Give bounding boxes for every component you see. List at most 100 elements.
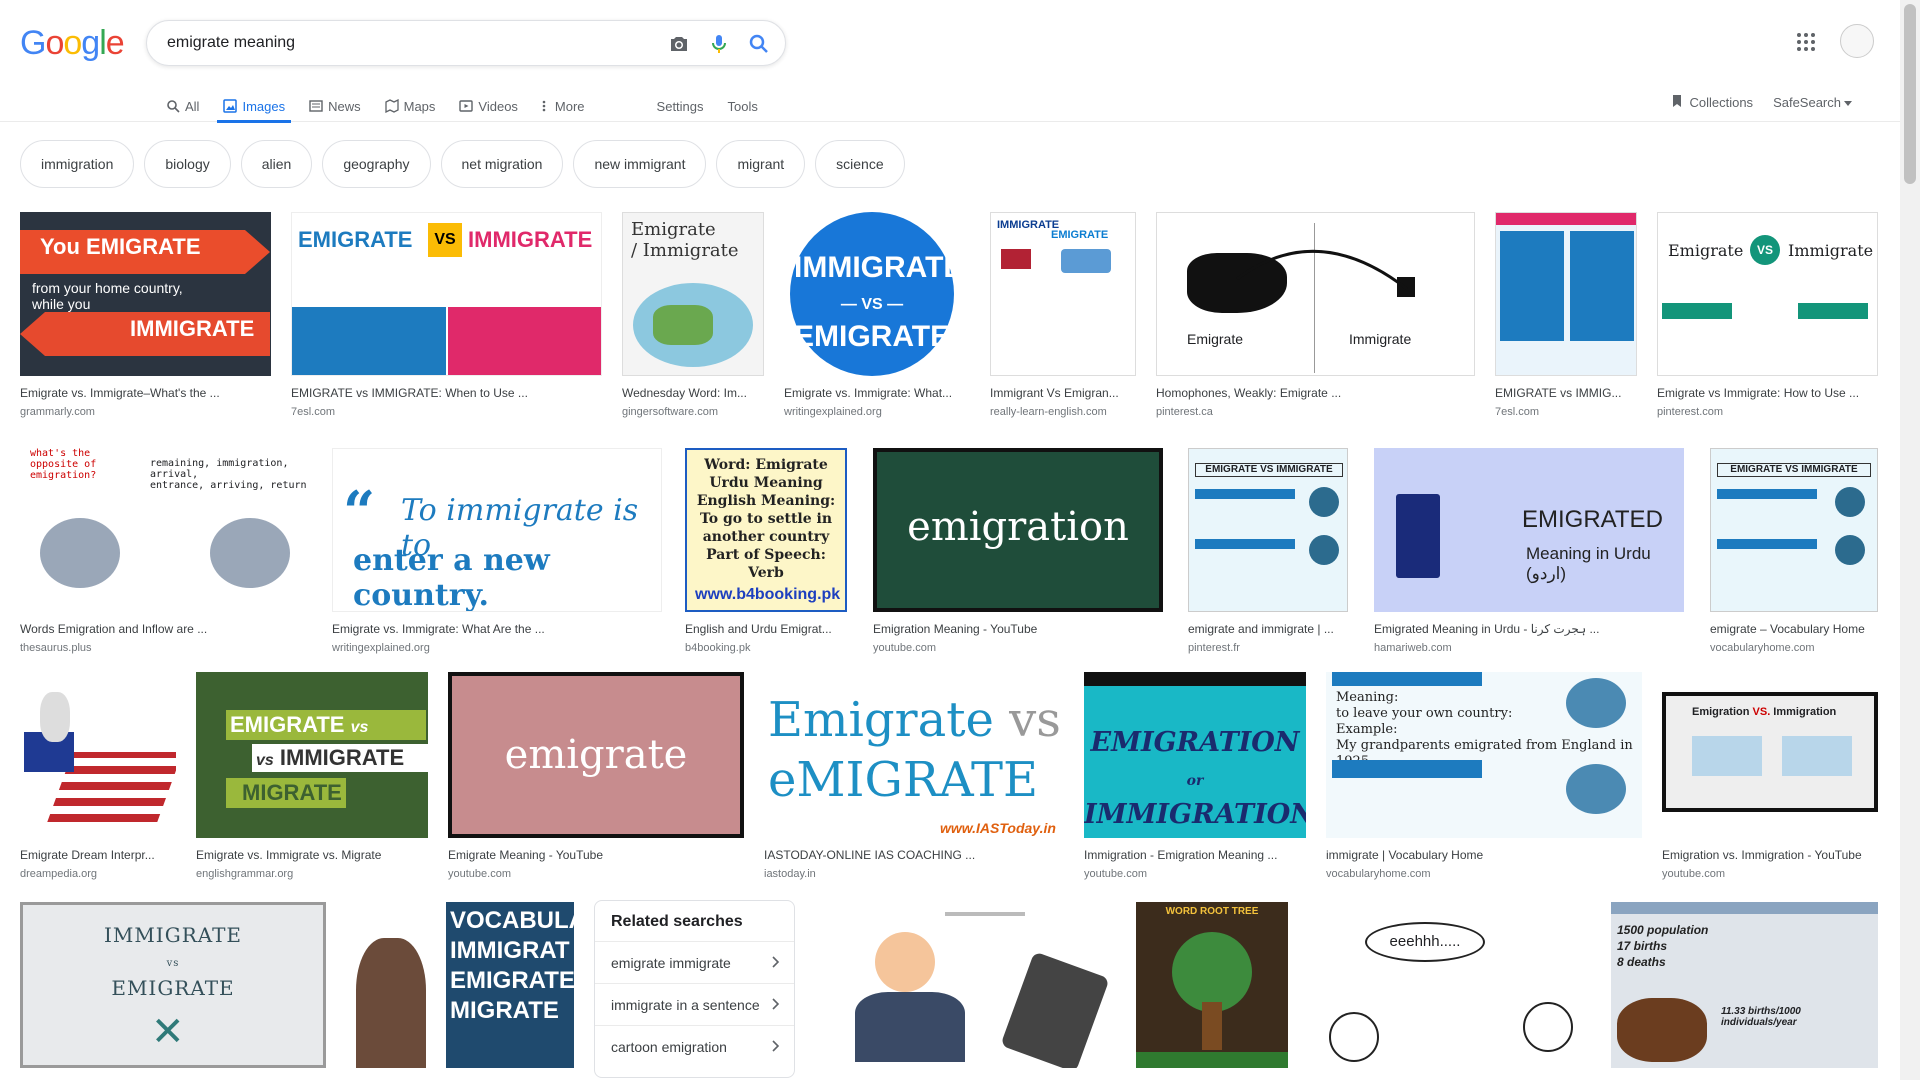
tab-maps[interactable]: Maps: [384, 90, 436, 122]
image-result[interactable]: EMIGRATE vs vs IMMIGRATE MIGRATE Emigrat…: [196, 672, 428, 880]
result-title: Emigrate vs. Immigrate: What Are the ...: [332, 622, 545, 636]
result-thumbnail: Word: Emigrate Urdu Meaning English Meanin…: [685, 448, 847, 612]
result-source: gingersoftware.com: [622, 406, 718, 418]
apps-grid-icon[interactable]: [1796, 32, 1816, 52]
result-title: Emigrate Meaning - YouTube: [448, 848, 603, 862]
caret-down-icon: [1844, 95, 1852, 110]
search-icon[interactable]: [747, 32, 771, 56]
tab-videos[interactable]: Videos: [459, 90, 518, 122]
image-result[interactable]: Meaning: to leave your own country: Exampl…: [1326, 672, 1642, 880]
result-thumbnail: VOCABULA IMMIGRAT EMIGRATE MIGRATE: [346, 902, 574, 1068]
chip[interactable]: net migration: [440, 140, 564, 188]
result-thumbnail: EMIGRATION or IMMIGRATION: [1084, 672, 1306, 838]
chip[interactable]: geography: [322, 140, 431, 188]
image-result[interactable]: WORD ROOT TREE: [1136, 902, 1288, 1068]
account-avatar[interactable]: [1840, 24, 1874, 58]
tab-images[interactable]: Images: [217, 90, 291, 123]
tab-label: All: [185, 98, 200, 114]
tab-label: Maps: [403, 98, 436, 114]
image-result[interactable]: Emigrate VS Immigrate Emigrate vs Immigr…: [1657, 212, 1878, 418]
result-source: dreampedia.org: [20, 868, 98, 880]
result-title: Emigrate vs. Immigrate: What...: [784, 386, 953, 400]
result-thumbnail: EMIGRATED Meaning in Urdu (اردو): [1374, 448, 1684, 612]
search-input[interactable]: [167, 31, 627, 55]
tab-news[interactable]: News: [309, 90, 361, 122]
result-source: youtube.com: [1084, 868, 1147, 880]
collections-button[interactable]: Collections: [1671, 94, 1753, 111]
image-result[interactable]: You EMIGRATE from your home country, whil…: [20, 212, 271, 418]
result-thumbnail: Emigrate VS Immigrate: [1657, 212, 1878, 376]
related-search-item[interactable]: emigrate immigrate: [595, 941, 794, 983]
result-title: Wednesday Word: Im...: [622, 386, 747, 400]
result-title: Emigrated Meaning in Urdu - ہجرت کرنا ..…: [1374, 622, 1600, 636]
related-searches-panel: Related searches emigrate immigrate immi…: [594, 900, 795, 1078]
image-result[interactable]: Emigrate Dream Interpr... dreampedia.org: [20, 672, 176, 880]
result-title: Emigrate vs Immigrate: How to Use ...: [1657, 386, 1860, 400]
result-title: EMIGRATE vs IMMIGRATE: When to Use ...: [291, 386, 528, 400]
image-result[interactable]: what's the opposite of emigration? remaini…: [20, 448, 312, 654]
safesearch-button[interactable]: SafeSearch: [1773, 95, 1852, 110]
tools-link[interactable]: Tools: [728, 90, 758, 122]
image-result[interactable]: eeehhh.....: [1309, 902, 1591, 1068]
result-title: Emigration Meaning - YouTube: [873, 622, 1038, 636]
related-search-label: cartoon emigration: [611, 1038, 727, 1055]
google-logo[interactable]: Google: [20, 24, 125, 63]
chip[interactable]: immigration: [20, 140, 135, 188]
chip[interactable]: science: [815, 140, 905, 188]
result-source: thesaurus.plus: [20, 642, 92, 654]
settings-link[interactable]: Settings: [657, 90, 704, 122]
scrollbar-thumb[interactable]: [1904, 4, 1916, 184]
chip[interactable]: migrant: [716, 140, 806, 188]
image-result[interactable]: EMIGRATE VS IMMIGRATE EMIGRATE vs IMMIGR…: [291, 212, 602, 418]
image-result[interactable]: IMMIGRATE — VS — EMIGRATE Emigrate vs. Imm…: [784, 212, 970, 418]
camera-icon[interactable]: [667, 32, 691, 56]
image-result[interactable]: 1500 population 17 births 8 deaths 11.33 b…: [1611, 902, 1878, 1068]
result-thumbnail: what's the opposite of emigration? remaini…: [20, 448, 312, 612]
image-result[interactable]: EMIGRATE VS IMMIGRATE emigrate and immig…: [1188, 448, 1348, 654]
result-title: English and Urdu Emigrat...: [685, 622, 832, 636]
result-thumbnail: “ To immigrate is to enter a new country…: [332, 448, 662, 612]
image-result[interactable]: EMIGRATION or IMMIGRATION Immigration - Em…: [1084, 672, 1306, 880]
tab-all[interactable]: All: [166, 90, 199, 122]
image-result[interactable]: emigrate Emigrate Meaning - YouTube yout…: [448, 672, 744, 880]
image-result[interactable]: Word: Emigrate Urdu Meaning English Meanin…: [685, 448, 847, 654]
image-result[interactable]: IMMIGRATE EMIGRATE Immigrant Vs Emigran.…: [990, 212, 1136, 418]
chip[interactable]: biology: [144, 140, 231, 188]
result-thumbnail: Emigration VS. Immigration: [1662, 672, 1878, 838]
result-source: hamariweb.com: [1374, 642, 1452, 654]
microphone-icon[interactable]: [707, 32, 731, 56]
result-source: iastoday.in: [764, 868, 816, 880]
search-icon: [166, 99, 180, 113]
image-result[interactable]: emigration Emigration Meaning - YouTube …: [873, 448, 1163, 654]
image-result[interactable]: Emigrate / Immigrate Wednesday Word: Im..…: [622, 212, 764, 418]
chevron-right-icon: [772, 1039, 780, 1055]
image-result[interactable]: IMMIGRATE vs EMIGRATE ✕: [20, 902, 326, 1068]
page-scrollbar[interactable]: [1900, 0, 1920, 1080]
tab-more[interactable]: More: [542, 90, 585, 122]
chip[interactable]: alien: [240, 140, 313, 188]
result-source: vocabularyhome.com: [1326, 868, 1431, 880]
result-title: Emigrate Dream Interpr...: [20, 848, 155, 862]
image-result[interactable]: Emigrate Immigrate Homophones, Weakly: E…: [1156, 212, 1475, 418]
image-result[interactable]: [815, 902, 1115, 1068]
result-source: englishgrammar.org: [196, 868, 294, 880]
image-result[interactable]: Emigrate vs eMIGRATE www.IASToday.in IAS…: [764, 672, 1064, 880]
image-result[interactable]: “ To immigrate is to enter a new country…: [332, 448, 662, 654]
result-source: really-learn-english.com: [990, 406, 1107, 418]
image-result[interactable]: Emigration VS. Immigration Emigration vs…: [1662, 672, 1878, 880]
settings-label: Settings: [656, 98, 704, 114]
related-search-item[interactable]: immigrate in a sentence: [595, 983, 794, 1025]
chip[interactable]: new immigrant: [573, 140, 707, 188]
image-result[interactable]: VOCABULA IMMIGRAT EMIGRATE MIGRATE: [346, 902, 574, 1068]
related-search-item[interactable]: cartoon emigration: [595, 1025, 794, 1067]
result-source: writingexplained.org: [332, 642, 430, 654]
result-source: pinterest.ca: [1156, 406, 1213, 418]
result-thumbnail: Emigrate vs eMIGRATE www.IASToday.in: [764, 672, 1064, 838]
image-result[interactable]: EMIGRATE VS IMMIGRATE emigrate – Vocabul…: [1710, 448, 1878, 654]
image-result[interactable]: EMIGRATE vs IMMIG... 7esl.com: [1495, 212, 1637, 418]
image-result[interactable]: EMIGRATED Meaning in Urdu (اردو) Emigrat…: [1374, 448, 1684, 654]
result-thumbnail: EMIGRATE VS IMMIGRATE: [1710, 448, 1878, 612]
result-title: Immigrant Vs Emigran...: [990, 386, 1119, 400]
tab-label: Videos: [478, 98, 518, 114]
related-search-label: immigrate in a sentence: [611, 996, 760, 1013]
